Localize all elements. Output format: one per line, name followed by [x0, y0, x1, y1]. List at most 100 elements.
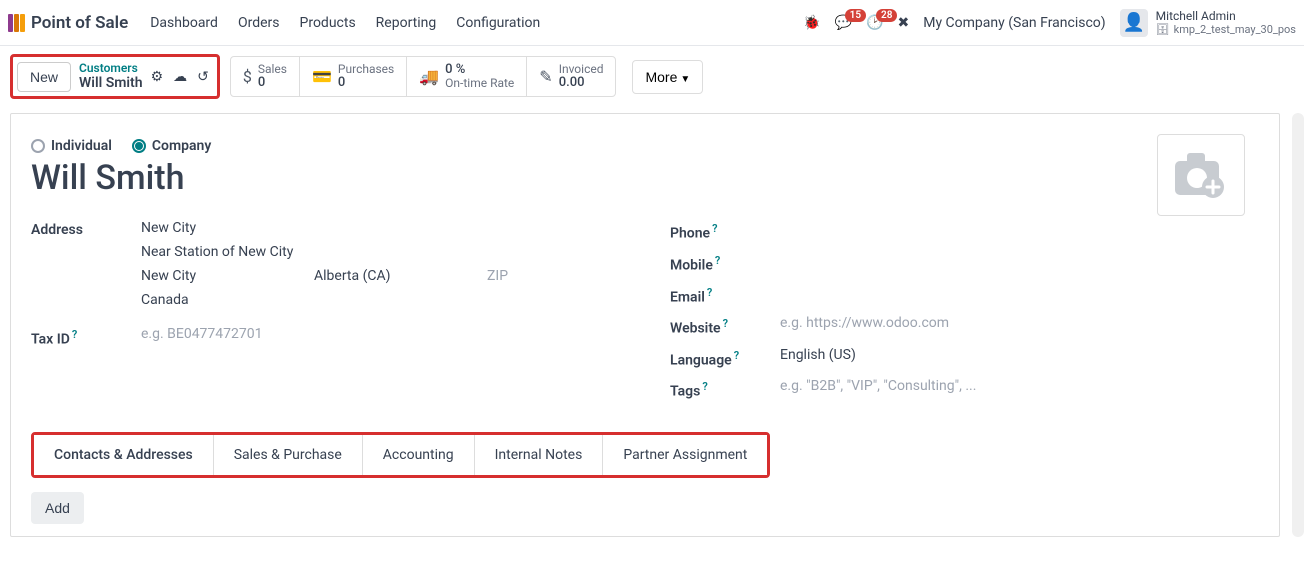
- db-name: 🗄kmp_2_test_may_30_pos: [1156, 23, 1296, 36]
- dollar-icon: $: [243, 67, 252, 86]
- gear-icon[interactable]: ⚙: [151, 69, 164, 85]
- label-mobile: Mobile?: [670, 252, 780, 274]
- tab-internal-notes[interactable]: Internal Notes: [475, 435, 604, 475]
- add-button[interactable]: Add: [31, 492, 84, 524]
- help-icon[interactable]: ?: [723, 317, 728, 330]
- tab-sales-purchase[interactable]: Sales & Purchase: [214, 435, 363, 475]
- user-menu[interactable]: 👤 Mitchell Admin 🗄kmp_2_test_may_30_pos: [1120, 9, 1296, 37]
- label-phone: Phone?: [670, 220, 780, 242]
- stat-sales[interactable]: $ Sales0: [231, 57, 300, 96]
- breadcrumb-parent[interactable]: Customers: [79, 61, 143, 75]
- label-tax-id: Tax ID?: [31, 326, 141, 348]
- top-right: 🐞 💬15 🕑28 ✖ My Company (San Francisco) 👤…: [803, 9, 1296, 37]
- address-input-group[interactable]: New City Near Station of New City New Ci…: [141, 220, 620, 316]
- menu-reporting[interactable]: Reporting: [376, 15, 437, 31]
- help-icon[interactable]: ?: [715, 254, 720, 267]
- tags-input[interactable]: e.g. "B2B", "VIP", "Consulting", ...: [780, 378, 1259, 394]
- street-input[interactable]: New City: [141, 220, 620, 236]
- breadcrumb-current: Will Smith: [79, 75, 143, 92]
- form-sheet: Individual Company Will Smith Address: [10, 113, 1280, 537]
- user-text: Mitchell Admin 🗄kmp_2_test_may_30_pos: [1156, 9, 1296, 37]
- more-button[interactable]: More▼: [632, 60, 703, 94]
- language-select[interactable]: English (US): [780, 347, 1259, 363]
- menu-orders[interactable]: Orders: [238, 15, 280, 31]
- tabs-highlight: Contacts & Addresses Sales & Purchase Ac…: [31, 432, 770, 478]
- tab-accounting[interactable]: Accounting: [363, 435, 475, 475]
- left-column: Address New City Near Station of New Cit…: [31, 220, 620, 410]
- camera-icon: [1173, 151, 1229, 199]
- tools-icon[interactable]: ✖: [897, 15, 909, 31]
- label-tags: Tags?: [670, 378, 780, 400]
- street2-input[interactable]: Near Station of New City: [141, 244, 620, 260]
- field-email: Email?: [670, 284, 1259, 306]
- main-menu: Dashboard Orders Products Reporting Conf…: [150, 15, 540, 31]
- database-icon: 🗄: [1156, 23, 1170, 36]
- help-icon[interactable]: ?: [734, 349, 739, 362]
- menu-configuration[interactable]: Configuration: [456, 15, 540, 31]
- tab-partner-assignment[interactable]: Partner Assignment: [603, 435, 767, 475]
- topbar: Point of Sale Dashboard Orders Products …: [0, 0, 1304, 46]
- field-website: Website? e.g. https://www.odoo.com: [670, 315, 1259, 337]
- app-logo[interactable]: Point of Sale: [8, 13, 138, 33]
- scrollbar[interactable]: [1292, 113, 1304, 537]
- credit-card-icon: 💳: [312, 67, 332, 86]
- discard-icon[interactable]: ↺: [197, 69, 209, 85]
- radio-icon: [132, 139, 146, 153]
- radio-individual[interactable]: Individual: [31, 138, 112, 154]
- breadcrumb-highlight: New Customers Will Smith ⚙ ☁ ↺: [10, 54, 220, 99]
- field-mobile: Mobile?: [670, 252, 1259, 274]
- tax-id-input[interactable]: e.g. BE0477472701: [141, 326, 620, 342]
- company-type-radio: Individual Company: [31, 138, 1259, 154]
- pencil-icon: ✎: [539, 67, 552, 86]
- form-columns: Address New City Near Station of New Cit…: [31, 220, 1259, 410]
- city-input[interactable]: New City: [141, 268, 274, 284]
- user-name: Mitchell Admin: [1156, 9, 1296, 23]
- menu-dashboard[interactable]: Dashboard: [150, 15, 218, 31]
- activities-badge: 28: [876, 9, 897, 22]
- avatar: 👤: [1120, 9, 1148, 37]
- stat-ontime[interactable]: 🚚 0 %On-time Rate: [407, 57, 527, 96]
- right-column: Phone? Mobile? Email? Website? e.g. http…: [670, 220, 1259, 410]
- messages-badge: 15: [845, 9, 866, 22]
- tab-contacts-addresses[interactable]: Contacts & Addresses: [34, 435, 214, 475]
- app-name: Point of Sale: [31, 13, 128, 33]
- breadcrumb: Customers Will Smith: [79, 61, 143, 92]
- state-input[interactable]: Alberta (CA): [314, 268, 447, 284]
- field-tax-id: Tax ID? e.g. BE0477472701: [31, 326, 620, 348]
- label-website: Website?: [670, 315, 780, 337]
- chevron-down-icon: ▼: [680, 74, 690, 85]
- radio-icon: [31, 139, 45, 153]
- help-icon[interactable]: ?: [702, 380, 707, 393]
- control-bar: New Customers Will Smith ⚙ ☁ ↺ $ Sales0 …: [0, 46, 1304, 113]
- truck-icon: 🚚: [419, 67, 439, 86]
- label-address: Address: [31, 220, 141, 238]
- label-email: Email?: [670, 284, 780, 306]
- help-icon[interactable]: ?: [707, 286, 712, 299]
- stat-buttons: $ Sales0 💳 Purchases0 🚚 0 %On-time Rate …: [230, 56, 617, 97]
- record-name[interactable]: Will Smith: [31, 158, 1259, 198]
- field-address: Address New City Near Station of New Cit…: [31, 220, 620, 316]
- field-tags: Tags? e.g. "B2B", "VIP", "Consulting", .…: [670, 378, 1259, 400]
- status-icons: ⚙ ☁ ↺: [151, 69, 209, 85]
- menu-products[interactable]: Products: [300, 15, 356, 31]
- stat-purchases[interactable]: 💳 Purchases0: [300, 57, 407, 96]
- help-icon[interactable]: ?: [712, 222, 717, 235]
- bug-icon[interactable]: 🐞: [803, 15, 820, 31]
- label-language: Language?: [670, 347, 780, 369]
- image-upload[interactable]: [1157, 134, 1245, 216]
- country-input[interactable]: Canada: [141, 292, 620, 308]
- field-phone: Phone?: [670, 220, 1259, 242]
- company-selector[interactable]: My Company (San Francisco): [923, 15, 1105, 31]
- website-input[interactable]: e.g. https://www.odoo.com: [780, 315, 1259, 331]
- help-icon[interactable]: ?: [72, 328, 77, 341]
- new-button[interactable]: New: [17, 62, 71, 92]
- stat-invoiced[interactable]: ✎ Invoiced0.00: [527, 57, 615, 96]
- radio-company[interactable]: Company: [132, 138, 211, 154]
- zip-input[interactable]: ZIP: [487, 268, 620, 284]
- cloud-save-icon[interactable]: ☁: [173, 69, 187, 85]
- messages-icon[interactable]: 💬15: [835, 15, 852, 31]
- logo-icon: [8, 14, 25, 32]
- field-language: Language? English (US): [670, 347, 1259, 369]
- activities-icon[interactable]: 🕑28: [866, 15, 883, 31]
- sheet-wrap: Individual Company Will Smith Address: [0, 113, 1304, 537]
